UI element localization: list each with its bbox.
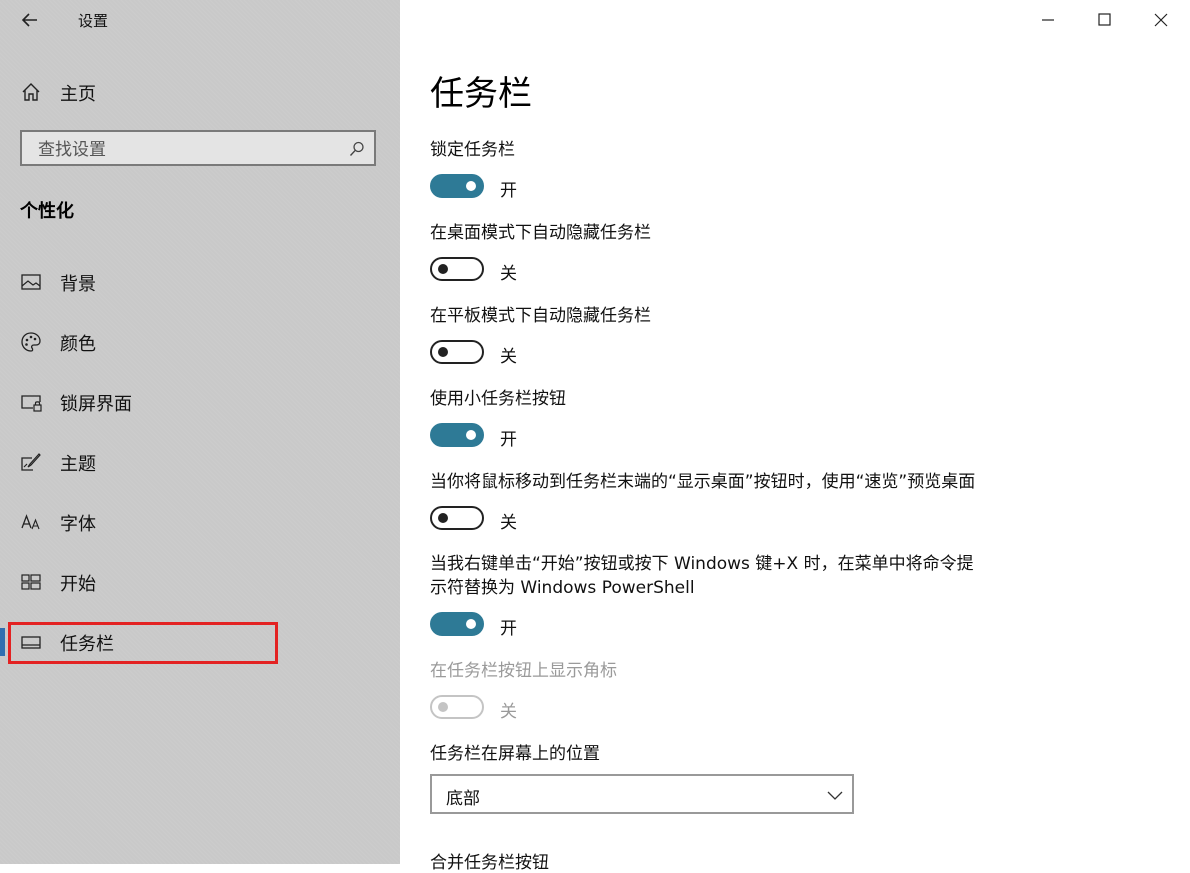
setting-lock-taskbar-label: 锁定任务栏	[430, 140, 515, 160]
back-button[interactable]	[18, 8, 42, 32]
peek-toggle[interactable]	[430, 506, 484, 530]
sidebar-item-label: 开始	[60, 574, 96, 595]
sidebar-item-label: 字体	[60, 514, 96, 535]
sidebar-item-colors[interactable]: 颜色	[0, 320, 400, 364]
setting-autohide-desktop-label: 在桌面模式下自动隐藏任务栏	[430, 223, 651, 243]
select-value: 底部	[446, 789, 480, 809]
toggle-state-label: 开	[500, 619, 517, 639]
toggle-knob	[438, 702, 448, 712]
main-content: 任务栏 锁定任务栏 开 在桌面模式下自动隐藏任务栏 关 在平板模式下自动隐藏任务…	[400, 0, 1190, 873]
setting-badges-label: 在任务栏按钮上显示角标	[430, 661, 617, 681]
setting-peek-label: 当你将鼠标移动到任务栏末端的“显示桌面”按钮时，使用“速览”预览桌面	[430, 472, 976, 492]
section-heading: 个性化	[20, 201, 74, 222]
sidebar-item-label: 主页	[60, 84, 96, 105]
start-grid-icon	[21, 574, 41, 590]
search-input[interactable]	[36, 138, 340, 162]
app-title: 设置	[78, 12, 109, 30]
toggle-state-label: 开	[500, 181, 517, 201]
toggle-state-label: 关	[500, 702, 517, 722]
autohide-desktop-toggle[interactable]	[430, 257, 484, 281]
theme-brush-icon	[21, 453, 41, 471]
sidebar-item-label: 背景	[60, 274, 96, 295]
setting-powershell-label-line2: 示符替换为 Windows PowerShell	[430, 578, 695, 598]
taskbar-position-select[interactable]: 底部	[430, 774, 854, 814]
font-icon	[21, 514, 40, 530]
toggle-state-label: 开	[500, 430, 517, 450]
active-indicator	[0, 628, 5, 656]
back-arrow-icon	[21, 13, 37, 27]
search-box	[20, 130, 376, 166]
toggle-knob	[466, 181, 476, 191]
lock-taskbar-toggle[interactable]	[430, 174, 484, 198]
small-buttons-toggle[interactable]	[430, 423, 484, 447]
sidebar-item-taskbar[interactable]: 任务栏	[0, 620, 400, 664]
search-icon[interactable]	[348, 140, 366, 158]
sidebar: 设置 主页 个性化 背景 颜色	[0, 0, 400, 864]
image-icon	[21, 274, 41, 290]
toggle-knob	[438, 513, 448, 523]
sidebar-item-label: 主题	[60, 454, 96, 475]
sidebar-item-start[interactable]: 开始	[0, 560, 400, 604]
combine-buttons-label: 合并任务栏按钮	[430, 853, 549, 873]
titlebar-left: 设置	[0, 0, 400, 40]
taskbar-position-label: 任务栏在屏幕上的位置	[430, 744, 600, 764]
sidebar-item-label: 任务栏	[60, 634, 114, 655]
setting-autohide-tablet-label: 在平板模式下自动隐藏任务栏	[430, 306, 651, 326]
badges-toggle	[430, 695, 484, 719]
toggle-knob	[466, 619, 476, 629]
setting-small-buttons-label: 使用小任务栏按钮	[430, 389, 566, 409]
sidebar-item-themes[interactable]: 主题	[0, 440, 400, 484]
toggle-knob	[466, 430, 476, 440]
palette-icon	[21, 332, 41, 352]
home-icon	[22, 83, 40, 101]
page-title: 任务栏	[430, 74, 532, 114]
toggle-knob	[438, 264, 448, 274]
toggle-state-label: 关	[500, 264, 517, 284]
autohide-tablet-toggle[interactable]	[430, 340, 484, 364]
sidebar-item-label: 颜色	[60, 334, 96, 355]
sidebar-item-home[interactable]: 主页	[0, 72, 400, 112]
taskbar-icon	[21, 636, 41, 649]
lock-screen-icon	[21, 395, 42, 412]
setting-powershell-label-line1: 当我右键单击“开始”按钮或按下 Windows 键+X 时，在菜单中将命令提	[430, 554, 974, 574]
toggle-state-label: 关	[500, 347, 517, 367]
chevron-down-icon	[827, 791, 843, 800]
sidebar-item-background[interactable]: 背景	[0, 260, 400, 304]
toggle-knob	[438, 347, 448, 357]
powershell-toggle[interactable]	[430, 612, 484, 636]
sidebar-item-fonts[interactable]: 字体	[0, 500, 400, 544]
toggle-state-label: 关	[500, 513, 517, 533]
sidebar-item-lock-screen[interactable]: 锁屏界面	[0, 380, 400, 424]
sidebar-item-label: 锁屏界面	[60, 394, 132, 415]
